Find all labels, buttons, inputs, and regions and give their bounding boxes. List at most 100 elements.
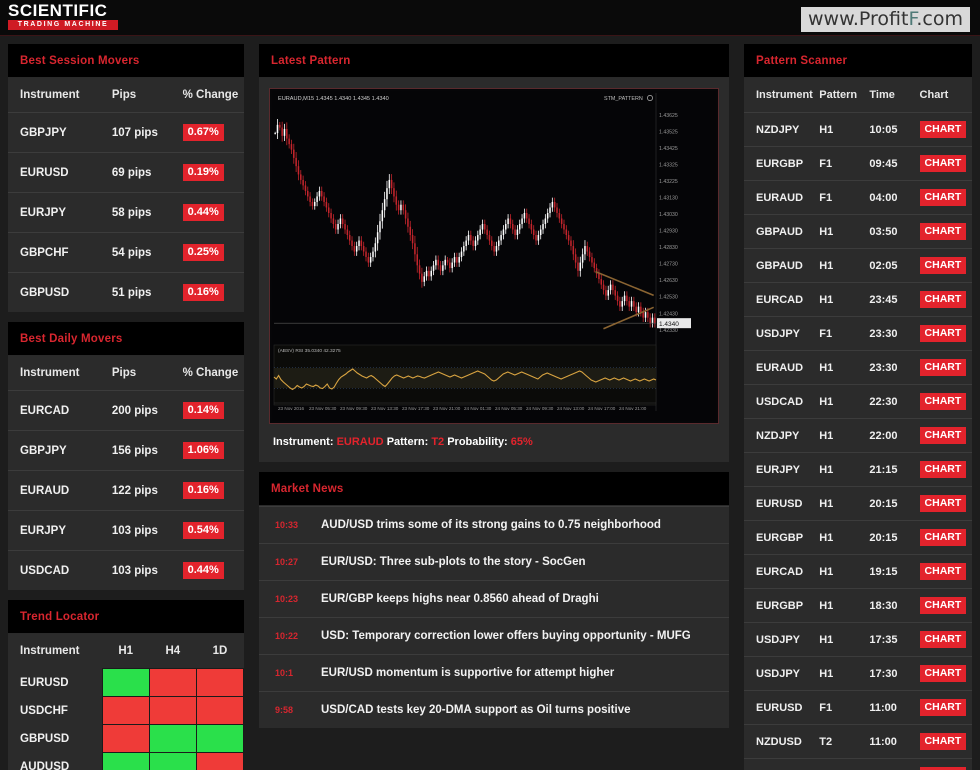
svg-text:1.42430: 1.42430 <box>659 311 678 317</box>
news-item[interactable]: 10:27 EUR/USD: Three sub-plots to the sto… <box>259 543 729 580</box>
chart-button[interactable]: CHART <box>919 291 967 308</box>
table-row: NZDUSD T2 11:00 CHART <box>744 724 972 759</box>
news-headline[interactable]: USD/CAD tests key 20-DMA support as Oil … <box>321 704 631 716</box>
cell-pips: 51 pips <box>111 272 183 312</box>
cell-instrument: EURJPY <box>8 510 112 551</box>
chart-button[interactable]: CHART <box>919 563 967 580</box>
news-headline[interactable]: EUR/GBP keeps highs near 0.8560 ahead of… <box>321 593 599 605</box>
table-row: EURGBP H1 18:30 CHART <box>744 588 972 623</box>
svg-text:1.43130: 1.43130 <box>659 196 678 202</box>
chart-button[interactable]: CHART <box>919 631 967 648</box>
cell-change: 1.06% <box>182 430 244 471</box>
news-headline[interactable]: USD: Temporary correction lower offers b… <box>321 630 691 642</box>
cell-pattern: H1 <box>819 588 870 623</box>
svg-text:(ABSV) RSI 35.0340 42.3275: (ABSV) RSI 35.0340 42.3275 <box>278 348 341 354</box>
cell-pattern: T2 <box>819 724 870 759</box>
chart-button[interactable]: CHART <box>919 495 967 512</box>
cell-chart: CHART <box>919 282 972 317</box>
table-header-row: Instrument Pips % Change <box>8 78 244 113</box>
price-chart-svg[interactable]: 1.43401.436251.435251.434251.433251.4322… <box>272 91 716 421</box>
change-badge: 0.44% <box>182 204 224 221</box>
cell-change: 0.44% <box>182 192 244 233</box>
cell-chart: CHART <box>919 520 972 555</box>
news-headline[interactable]: EUR/USD: Three sub-plots to the story - … <box>321 556 586 568</box>
cell-pips: 58 pips <box>111 192 183 233</box>
table-row: USDCHF <box>8 696 245 725</box>
price-chart[interactable]: 1.4340 1.43625 1.43525 1.43425 1.43325 1.4322… <box>272 91 716 421</box>
chart-button[interactable]: CHART <box>919 189 967 206</box>
middle-column: Latest Pattern 1.4340 1.43625 1.43525 1.434… <box>259 44 729 770</box>
chart-button[interactable]: CHART <box>919 393 967 410</box>
chart-button[interactable]: CHART <box>919 461 967 478</box>
svg-text:EURAUD,M15 1.4345 1.4340 1.43: EURAUD,M15 1.4345 1.4340 1.4345 1.4340 <box>278 96 389 102</box>
news-item[interactable]: 10:1 EUR/USD momentum is supportive for a… <box>259 654 729 691</box>
table-header-row: Instrument Pattern Time Chart <box>744 78 972 113</box>
table-row: GBPAUD H1 03:50 CHART <box>744 214 972 249</box>
news-item[interactable]: 10:33 AUD/USD trims some of its strong ga… <box>259 506 729 543</box>
news-item[interactable]: 10:23 EUR/GBP keeps highs near 0.8560 ahe… <box>259 580 729 617</box>
cell-pattern: F1 <box>819 180 870 215</box>
news-time: 10:23 <box>275 594 299 604</box>
svg-text:24 Nov 09:30: 24 Nov 09:30 <box>526 406 554 411</box>
cell-chart: CHART <box>919 418 972 453</box>
svg-text:1.43325: 1.43325 <box>659 163 678 169</box>
trend-cell-1d <box>195 752 245 770</box>
chart-button[interactable]: CHART <box>919 733 967 750</box>
cell-time: 11:00 <box>869 690 920 725</box>
cell-instrument: USDJPY <box>744 656 820 691</box>
chart-button[interactable]: CHART <box>919 121 967 138</box>
chart-button[interactable]: CHART <box>919 223 967 240</box>
cell-time: 04:00 <box>869 180 920 215</box>
table-row: EURUSD 69 pips 0.19% <box>8 152 244 193</box>
cell-chart: CHART <box>919 758 972 770</box>
cell-pips: 107 pips <box>111 112 183 153</box>
change-badge: 0.16% <box>182 482 224 499</box>
trend-cell-1d <box>195 668 245 697</box>
cell-pattern: H1 <box>819 384 870 419</box>
instrument-value: EURAUD <box>336 436 384 448</box>
cell-pattern: H1 <box>819 248 870 283</box>
cell-instrument: EURJPY <box>8 192 112 233</box>
trend-cell-h1 <box>101 752 150 770</box>
cell-pips: 103 pips <box>111 550 183 590</box>
table-row: USDCADF110:00CHART <box>744 758 972 770</box>
chart-button[interactable]: CHART <box>919 359 967 376</box>
cell-time: 22:00 <box>869 418 920 453</box>
table-row: USDJPY H1 17:30 CHART <box>744 656 972 691</box>
price-chart-container[interactable]: 1.4340 1.43625 1.43525 1.43425 1.43325 1.4322… <box>269 88 719 424</box>
news-item[interactable]: 10:22 USD: Temporary correction lower off… <box>259 617 729 654</box>
cell-instrument: AUDUSD <box>20 760 70 770</box>
news-headline[interactable]: AUD/USD trims some of its strong gains t… <box>321 519 661 531</box>
chart-button[interactable]: CHART <box>919 597 967 614</box>
brand-logo[interactable]: SCIENTIFIC TRADING MACHINE <box>8 1 118 30</box>
panel-body: Instrument Pips % Change GBPJPY 107 pips 0… <box>8 78 244 312</box>
chart-button[interactable]: CHART <box>919 155 967 172</box>
cell-pattern: F1 <box>819 146 870 181</box>
news-headline[interactable]: EUR/USD momentum is supportive for attem… <box>321 667 614 679</box>
chart-button[interactable]: CHART <box>919 699 967 716</box>
cell-pattern: F1 <box>819 316 870 351</box>
svg-text:23 Nov 05:30: 23 Nov 05:30 <box>309 406 337 411</box>
cell-time: 17:35 <box>869 622 920 657</box>
trend-cell-h4 <box>148 752 197 770</box>
table-header-row: Instrument H1 H4 1D <box>8 634 244 669</box>
panel-header: Best Daily Movers <box>8 322 244 356</box>
cell-instrument: EURGBP <box>744 520 820 555</box>
chart-button[interactable]: CHART <box>919 529 967 546</box>
news-item[interactable]: 9:58 USD/CAD tests key 20-DMA support as … <box>259 691 729 728</box>
col-h4: H4 <box>165 645 181 657</box>
cell-chart: CHART <box>919 214 972 249</box>
svg-text:24 Nov 05:30: 24 Nov 05:30 <box>495 406 523 411</box>
cell-chart: CHART <box>919 384 972 419</box>
svg-text:24 Nov 21:00: 24 Nov 21:00 <box>619 406 647 411</box>
chart-button[interactable]: CHART <box>919 427 967 444</box>
cell-time: 19:15 <box>869 554 920 589</box>
cell-time: 11:00 <box>869 724 920 759</box>
session-movers-table: Instrument Pips % Change GBPJPY 107 pips 0… <box>8 78 244 312</box>
chart-button[interactable]: CHART <box>919 325 967 342</box>
chart-button[interactable]: CHART <box>919 665 967 682</box>
col-pattern: Pattern <box>819 89 858 101</box>
chart-button[interactable]: CHART <box>919 257 967 274</box>
cell-chart: CHART <box>919 622 972 657</box>
pattern-label: Pattern: <box>386 436 429 448</box>
